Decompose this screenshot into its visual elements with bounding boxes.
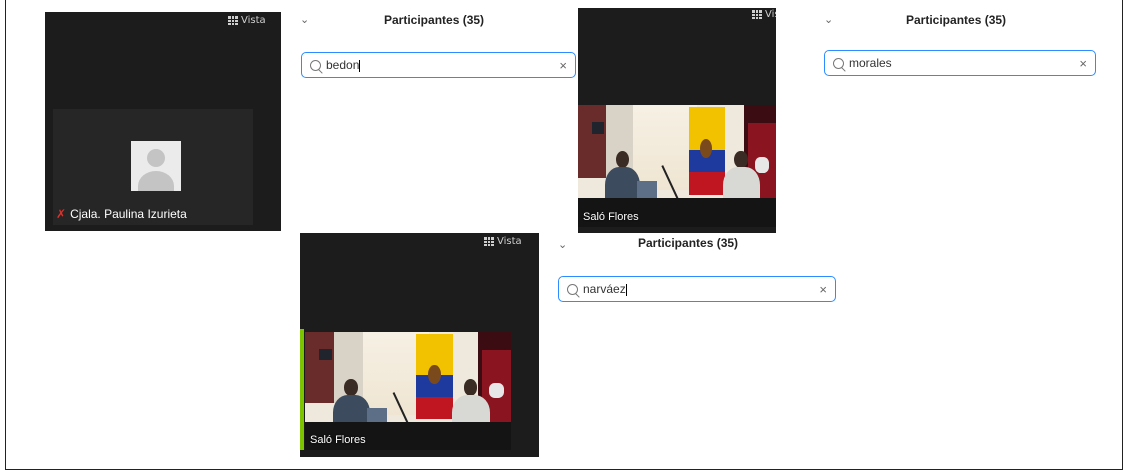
grid-icon	[752, 10, 762, 19]
search-icon	[833, 57, 844, 69]
participant-name: Cjala. Paulina Izurieta	[70, 207, 187, 221]
video-tile[interactable]: Saló Flores	[578, 105, 776, 227]
chevron-down-icon[interactable]: ⌄	[824, 13, 833, 26]
grid-icon	[484, 237, 494, 246]
participants-title: Participantes (35)	[384, 13, 485, 27]
video-tile[interactable]: Saló Flores	[305, 332, 511, 450]
participants-title: Participantes (35)	[906, 13, 1007, 27]
participant-name: Saló Flores	[310, 434, 366, 446]
search-input[interactable]: morales	[849, 56, 1074, 70]
view-label: Vista	[497, 236, 522, 247]
view-label: Vista	[241, 15, 266, 26]
view-button[interactable]: Vista	[752, 9, 776, 20]
close-icon[interactable]: ×	[559, 58, 567, 73]
close-icon[interactable]: ×	[1079, 56, 1087, 71]
search-icon	[567, 283, 578, 295]
avatar	[131, 141, 181, 191]
participant-name: Saló Flores	[583, 211, 639, 223]
meeting-view-2: Vista Saló Flores	[578, 8, 776, 233]
search-input[interactable]: narváez	[583, 282, 814, 296]
participant-tile[interactable]: ✗ Cjala. Paulina Izurieta	[53, 109, 253, 225]
meeting-view-3: Vista Saló Flores	[300, 233, 539, 457]
view-button[interactable]: Vista	[228, 15, 266, 26]
participant-name-label: ✗ Cjala. Paulina Izurieta	[56, 207, 187, 221]
participant-search[interactable]: narváez ×	[558, 276, 836, 302]
grid-icon	[228, 16, 238, 25]
search-input[interactable]: bedon	[326, 58, 554, 72]
meeting-view-1: Vista ✗ Cjala. Paulina Izurieta	[45, 12, 281, 231]
participant-search[interactable]: morales ×	[824, 50, 1096, 76]
chevron-down-icon[interactable]: ⌄	[558, 238, 567, 251]
active-speaker-indicator	[300, 329, 304, 450]
view-label: Vista	[765, 9, 776, 20]
mic-off-icon: ✗	[56, 207, 67, 221]
chevron-down-icon[interactable]: ⌄	[300, 13, 309, 26]
view-button[interactable]: Vista	[484, 236, 522, 247]
close-icon[interactable]: ×	[819, 282, 827, 297]
participants-title: Participantes (35)	[638, 236, 739, 250]
participant-search[interactable]: bedon ×	[301, 52, 576, 78]
search-icon	[310, 59, 321, 71]
